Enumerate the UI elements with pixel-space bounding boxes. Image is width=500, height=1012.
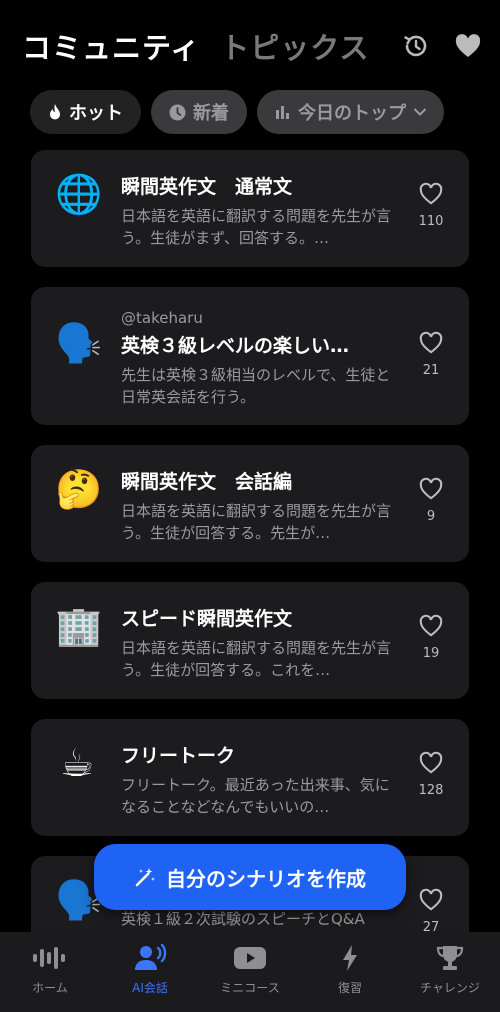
tab-label: チャレンジ [420, 981, 480, 995]
like-count: 9 [426, 509, 436, 524]
history-icon[interactable] [402, 32, 430, 60]
topics-tab-title[interactable]: トピックス [220, 25, 369, 67]
topic-description: フリートーク。最近あった出来事、気になることなどなんでもいいの… [121, 776, 390, 816]
like-button[interactable]: 128 [413, 751, 449, 798]
filter-bar: ホット 新着 今日のトップ [30, 90, 444, 134]
topic-description: 日本語を英語に翻訳する問題を先生が言う。生徒が回答する。これを… [121, 639, 391, 679]
trophy-icon [435, 942, 465, 974]
people-icon [133, 942, 167, 974]
topic-title: フリートーク [121, 745, 236, 767]
bottom-tab-bar: ホーム AI会話 ミニコース 復習 チャレンジ [0, 932, 500, 1012]
topic-card[interactable]: ☕ フリートーク フリートーク。最近あった出来事、気になることなどなんでもいいの… [31, 719, 469, 836]
topic-title: スピード瞬間英作文 [121, 608, 293, 630]
tab-home[interactable]: ホーム [0, 932, 100, 1012]
like-button[interactable]: 27 [413, 888, 449, 935]
play-icon [233, 942, 267, 974]
tab-review[interactable]: 復習 [300, 932, 400, 1012]
topic-title: 英検３級レベルの楽しい… [121, 335, 350, 357]
header: コミュニティ トピックス [22, 24, 482, 68]
tab-label: AI会話 [132, 981, 168, 995]
heart-outline-icon [419, 182, 443, 205]
like-button[interactable]: 110 [413, 182, 449, 229]
filter-label: 新着 [193, 103, 229, 124]
bolt-icon [341, 942, 359, 974]
office-building-emoji-icon: 🏢 [55, 604, 103, 648]
topic-card[interactable]: 🌐 瞬間英作文 通常文 日本語を英語に翻訳する問題を先生が言う。生徒がまず、回答… [31, 150, 469, 267]
topic-description: 先生は英検３級相当のレベルで、生徒と日常英会話を行う。 [121, 366, 391, 406]
heart-outline-icon [419, 477, 443, 500]
coffee-emoji-icon: ☕ [59, 741, 95, 785]
tab-label: ホーム [32, 981, 68, 995]
globe-emoji-icon: 🌐 [55, 172, 103, 216]
heart-outline-icon [419, 614, 443, 637]
topic-description: 日本語を英語に翻訳する問題を先生が言う。生徒がまず、回答する。… [121, 207, 391, 247]
speaking-head-emoji-icon: 🗣️ [55, 321, 103, 365]
filter-hot[interactable]: ホット [30, 90, 141, 134]
create-scenario-button[interactable]: 自分のシナリオを作成 [94, 844, 406, 910]
create-scenario-label: 自分のシナリオを作成 [166, 866, 366, 891]
like-count: 128 [418, 783, 444, 798]
favorites-heart-icon[interactable] [454, 32, 482, 60]
page-title: コミュニティ [22, 31, 201, 65]
filter-new[interactable]: 新着 [151, 90, 247, 134]
like-count: 110 [418, 214, 444, 229]
topic-description: 日本語を英語に翻訳する問題を先生が言う。生徒が回答する。先生が… [121, 502, 391, 542]
like-button[interactable]: 19 [413, 614, 449, 661]
heart-outline-icon [419, 751, 443, 774]
flame-icon [48, 103, 62, 121]
topic-card[interactable]: 🤔 瞬間英作文 会話編 日本語を英語に翻訳する問題を先生が言う。生徒が回答する。… [31, 445, 469, 562]
filter-label: 今日のトップ [298, 103, 406, 124]
tab-mini-course[interactable]: ミニコース [200, 932, 300, 1012]
tab-label: ミニコース [220, 981, 280, 995]
magic-wand-icon [134, 866, 156, 888]
topic-title: 瞬間英作文 会話編 [121, 471, 293, 493]
topic-title: 瞬間英作文 通常文 [121, 176, 293, 198]
heart-outline-icon [419, 331, 443, 354]
bar-chart-icon [275, 104, 291, 120]
like-count: 21 [422, 363, 440, 378]
speaking-head-emoji-icon: 🗣️ [55, 878, 103, 922]
waveform-icon [32, 942, 68, 974]
heart-outline-icon [419, 888, 443, 911]
like-button[interactable]: 9 [413, 477, 449, 524]
like-button[interactable]: 21 [413, 331, 449, 378]
topic-card[interactable]: 🏢 スピード瞬間英作文 日本語を英語に翻訳する問題を先生が言う。生徒が回答する。… [31, 582, 469, 699]
chevron-down-icon [414, 108, 426, 116]
tab-label: 復習 [337, 981, 362, 995]
tab-challenge[interactable]: チャレンジ [400, 932, 500, 1012]
thinking-face-emoji-icon: 🤔 [55, 467, 103, 511]
clock-icon [169, 104, 186, 121]
filter-today-top[interactable]: 今日のトップ [257, 90, 444, 134]
like-count: 19 [422, 646, 440, 661]
tab-ai-conversation[interactable]: AI会話 [100, 932, 200, 1012]
filter-label: ホット [69, 103, 123, 124]
topic-author: @takeharu [121, 309, 203, 327]
topic-card[interactable]: 🗣️ @takeharu 英検３級レベルの楽しい… 先生は英検３級相当のレベルで… [31, 287, 469, 425]
